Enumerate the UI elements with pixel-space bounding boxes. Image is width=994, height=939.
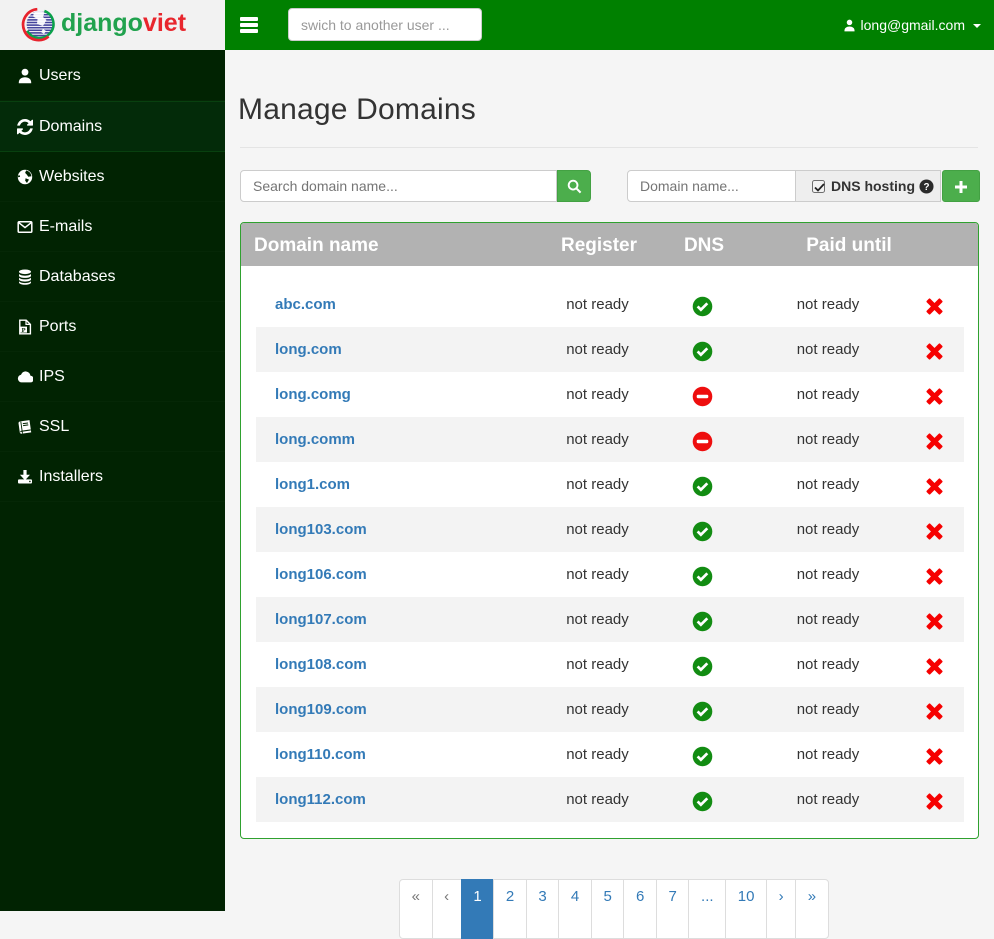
svg-text:?: ?	[923, 182, 929, 193]
svg-text:P: P	[22, 327, 26, 334]
